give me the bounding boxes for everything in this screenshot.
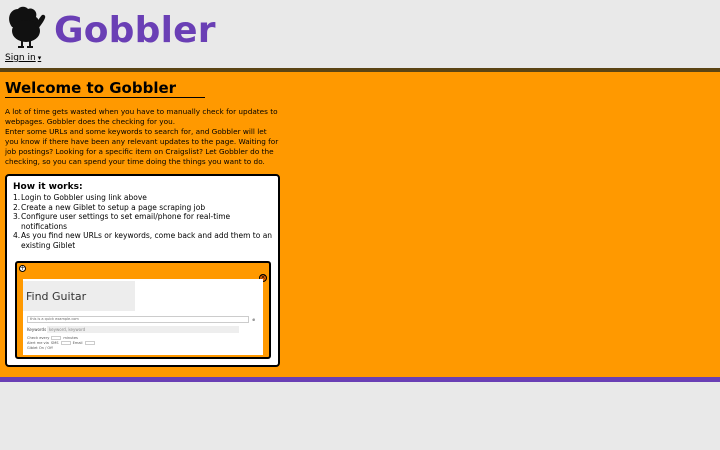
- title-underline: [5, 97, 205, 98]
- caret-down-icon[interactable]: ▾: [38, 54, 42, 62]
- turkey-icon: [9, 6, 46, 48]
- preview-name-box: Find Guitar: [23, 281, 135, 311]
- plus-icon: +: [19, 265, 26, 272]
- preview-url-field: this is a quick example.com: [27, 316, 249, 323]
- preview-alert-via: Alert me via SMS Email: [27, 341, 95, 345]
- check-every-field: [51, 336, 62, 340]
- main-content: Welcome to Gobbler A lot of time gets wa…: [0, 72, 720, 377]
- alert-email-field: [84, 341, 95, 345]
- site-header: Gobbler Sign in ▾: [0, 0, 720, 68]
- step-item: 2. Create a new Giblet to setup a page sc…: [13, 202, 206, 212]
- intro-line: job postings? Looking for a specific ite…: [5, 147, 274, 156]
- intro-line: A lot of time gets wasted when you have …: [5, 107, 278, 116]
- alert-sms-field: [60, 341, 71, 345]
- giblet-toggle-label: Giblet On / Off: [27, 346, 53, 350]
- alert-label: Alert me via: [27, 341, 49, 345]
- intro-line: you know if there have been any relevant…: [5, 137, 279, 146]
- intro-line: Enter some URLs and some keywords to sea…: [5, 127, 267, 136]
- intro-line: webpages. Gobbler does the checking for …: [5, 117, 176, 126]
- step-text: As you find new URLs or keywords, come b…: [21, 231, 273, 250]
- preview-giblet-name: Find Guitar: [26, 290, 87, 303]
- intro-text: A lot of time gets wasted when you have …: [5, 107, 285, 167]
- steps-list: 1. Login to Gobbler using link above 2. Cr…: [13, 193, 275, 250]
- add-url-icon: ⊕: [252, 317, 256, 322]
- check-every-label: Check every: [27, 336, 50, 340]
- preview-keywords-label: Keywords: [27, 327, 47, 332]
- step-item: 4. As you find new URLs or keywords, come…: [13, 231, 275, 250]
- how-it-works-card: How it works: 1. Login to Gobbler using l…: [5, 174, 280, 367]
- signin-label[interactable]: Sign in: [5, 53, 36, 63]
- step-text: Login to Gobbler using link above: [21, 193, 147, 202]
- step-item: 1. Login to Gobbler using link above: [13, 193, 147, 202]
- preview-keywords-field: keyword, keyword: [47, 326, 239, 333]
- preview-giblet-form: Find Guitar this is a quick example.com …: [23, 279, 263, 355]
- brand-title[interactable]: Gobbler: [54, 8, 216, 54]
- footer-divider: [0, 377, 720, 382]
- how-it-works-title: How it works:: [13, 182, 83, 192]
- step-text: Create a new Giblet to setup a page scra…: [21, 202, 206, 212]
- signin-link[interactable]: Sign in ▾: [5, 53, 41, 63]
- check-every-unit: minutes: [63, 336, 78, 340]
- page-title: Welcome to Gobbler: [5, 79, 177, 97]
- alert-email: Email: [72, 341, 83, 345]
- preview-check-every: Check every minutes: [27, 336, 78, 340]
- giblet-preview-image: + × Find Guitar this is a quick example.…: [15, 261, 271, 359]
- alert-sms: SMS: [50, 341, 59, 345]
- preview-giblet-toggle: Giblet On / Off: [27, 346, 53, 350]
- step-text: Configure user settings to set email/pho…: [21, 212, 231, 231]
- step-item: 3. Configure user settings to set email/p…: [13, 212, 275, 231]
- intro-line: checking, so you can spend your time doi…: [5, 157, 265, 166]
